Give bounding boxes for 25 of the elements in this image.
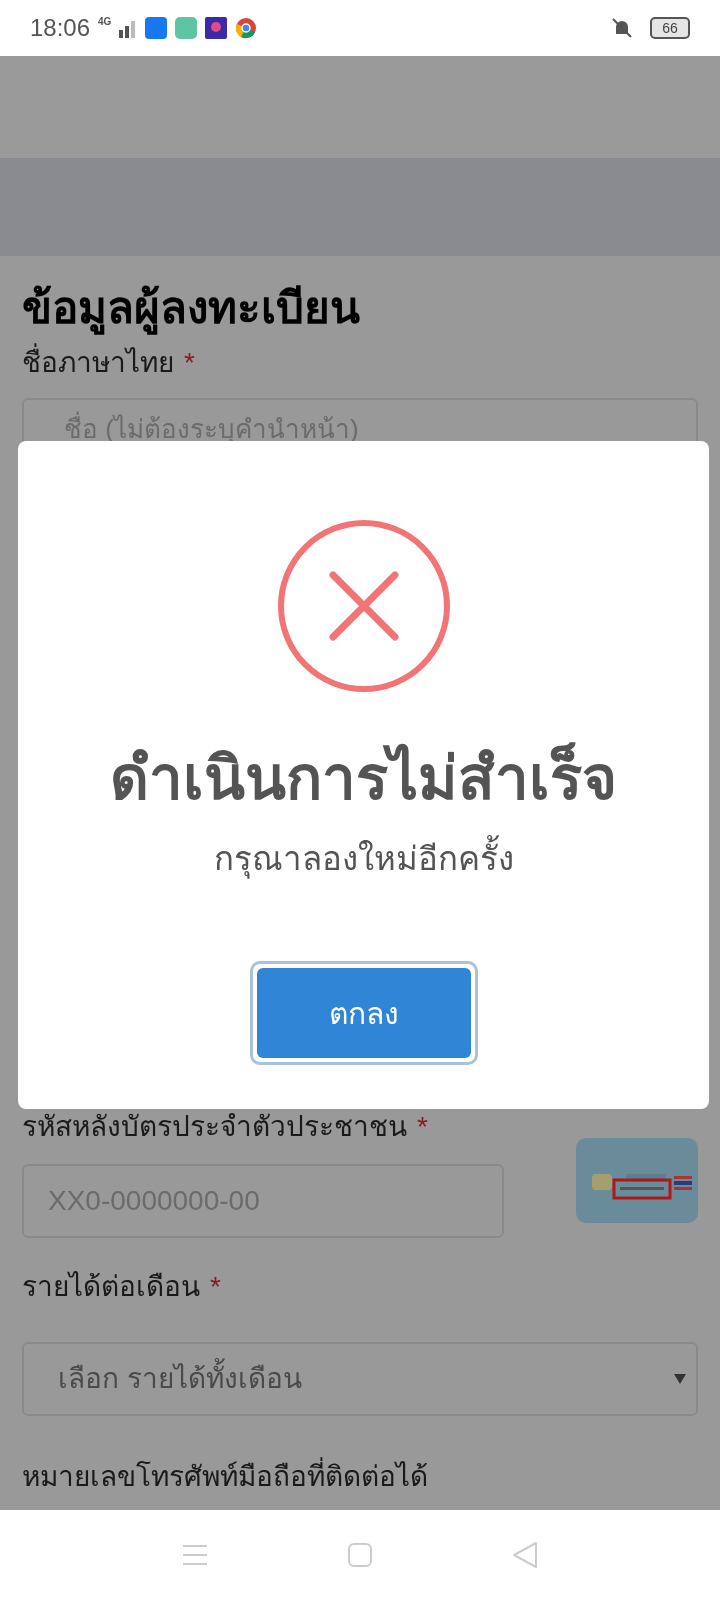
back-icon[interactable] [512, 1541, 538, 1569]
ok-button[interactable]: ตกลง [256, 968, 471, 1058]
app-icon [145, 17, 168, 39]
chrome-icon [235, 17, 258, 39]
menu-icon[interactable] [182, 1544, 208, 1566]
dialog-title: ดำเนินการไม่สำเร็จ [110, 741, 617, 817]
field-label: หมายเลขโทรศัพท์มือถือที่ติดต่อได้ [22, 1456, 428, 1498]
required-mark: * [210, 1270, 221, 1304]
error-icon [276, 519, 451, 693]
battery-indicator: 66 [650, 17, 690, 39]
app-icon [175, 17, 198, 39]
required-mark: * [417, 1110, 428, 1144]
signal-icon [119, 18, 138, 38]
select-field[interactable]: เลือก รายได้ทั้งเดือน [22, 1342, 698, 1416]
form-title: ข้อมูลผู้ลงทะเบียน [22, 280, 698, 336]
home-icon[interactable] [348, 1543, 372, 1567]
network-label: 4G [98, 15, 112, 29]
field-label: รหัสหลังบัตรประจำตัวประชาชน [22, 1110, 407, 1144]
field-label: รายได้ต่อเดือน [22, 1270, 200, 1304]
dialog-message: กรุณาลองใหม่อีกครั้ง [213, 837, 514, 881]
dropdown-caret-icon [674, 1374, 686, 1384]
required-mark: * [184, 346, 195, 380]
field-label: ชื่อภาษาไทย [22, 342, 174, 384]
app-icon [205, 17, 228, 39]
clock: 18:06 [30, 13, 91, 43]
